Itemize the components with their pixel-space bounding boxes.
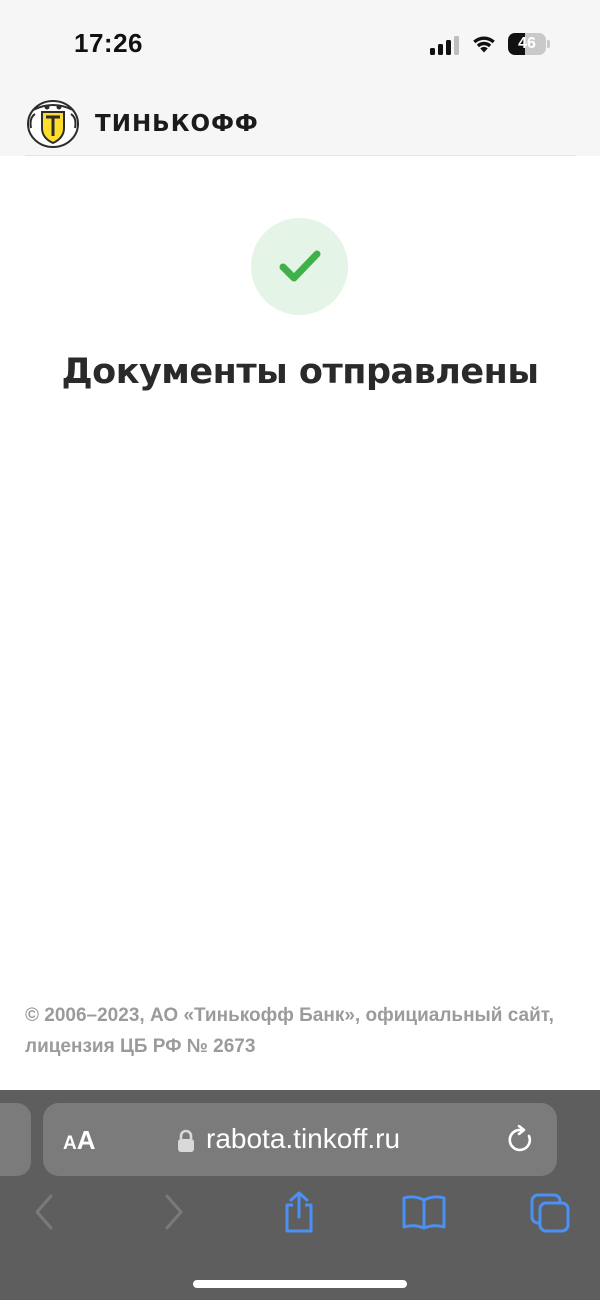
- page-title: Документы отправлены: [61, 352, 539, 392]
- share-icon: [285, 1191, 313, 1233]
- wifi-icon: [473, 36, 495, 53]
- battery-level: 46: [518, 35, 536, 52]
- header-divider: [25, 155, 576, 156]
- reload-icon[interactable]: [507, 1125, 535, 1155]
- brand-name: ТИНЬКОФФ: [95, 111, 259, 137]
- back-button[interactable]: [20, 1188, 68, 1236]
- cellular-signal-icon: [430, 35, 460, 55]
- tabs-icon: [530, 1193, 570, 1233]
- success-badge: [251, 218, 348, 315]
- forward-icon: [165, 1194, 183, 1230]
- lock-icon: [178, 1129, 194, 1152]
- text-size-button[interactable]: AA: [63, 1125, 96, 1156]
- browser-toolbar: AA rabota.tinkoff.ru: [0, 1090, 600, 1300]
- copyright-footer: © 2006–2023, АО «Тинькофф Банк», официал…: [25, 1005, 554, 1057]
- top-area: 17:26 46 ТИНЬКОФФ: [0, 0, 600, 156]
- status-time: 17:26: [74, 28, 143, 58]
- brand-header[interactable]: ТИНЬКОФФ: [25, 98, 259, 150]
- back-icon: [35, 1194, 53, 1230]
- browser-nav-row: [0, 1188, 600, 1238]
- bookmarks-icon: [402, 1195, 446, 1230]
- home-indicator[interactable]: [193, 1280, 407, 1288]
- tinkoff-logo-icon: [27, 100, 79, 148]
- tabs-button[interactable]: [526, 1188, 574, 1236]
- bookmarks-button[interactable]: [400, 1188, 448, 1236]
- address-bar[interactable]: AA rabota.tinkoff.ru: [43, 1103, 557, 1176]
- url-text[interactable]: rabota.tinkoff.ru: [206, 1123, 400, 1155]
- share-button[interactable]: [275, 1188, 323, 1236]
- forward-button[interactable]: [150, 1188, 198, 1236]
- checkmark-icon: [279, 250, 321, 282]
- previous-tab-preview[interactable]: [0, 1103, 31, 1176]
- battery-indicator: 46: [508, 33, 550, 55]
